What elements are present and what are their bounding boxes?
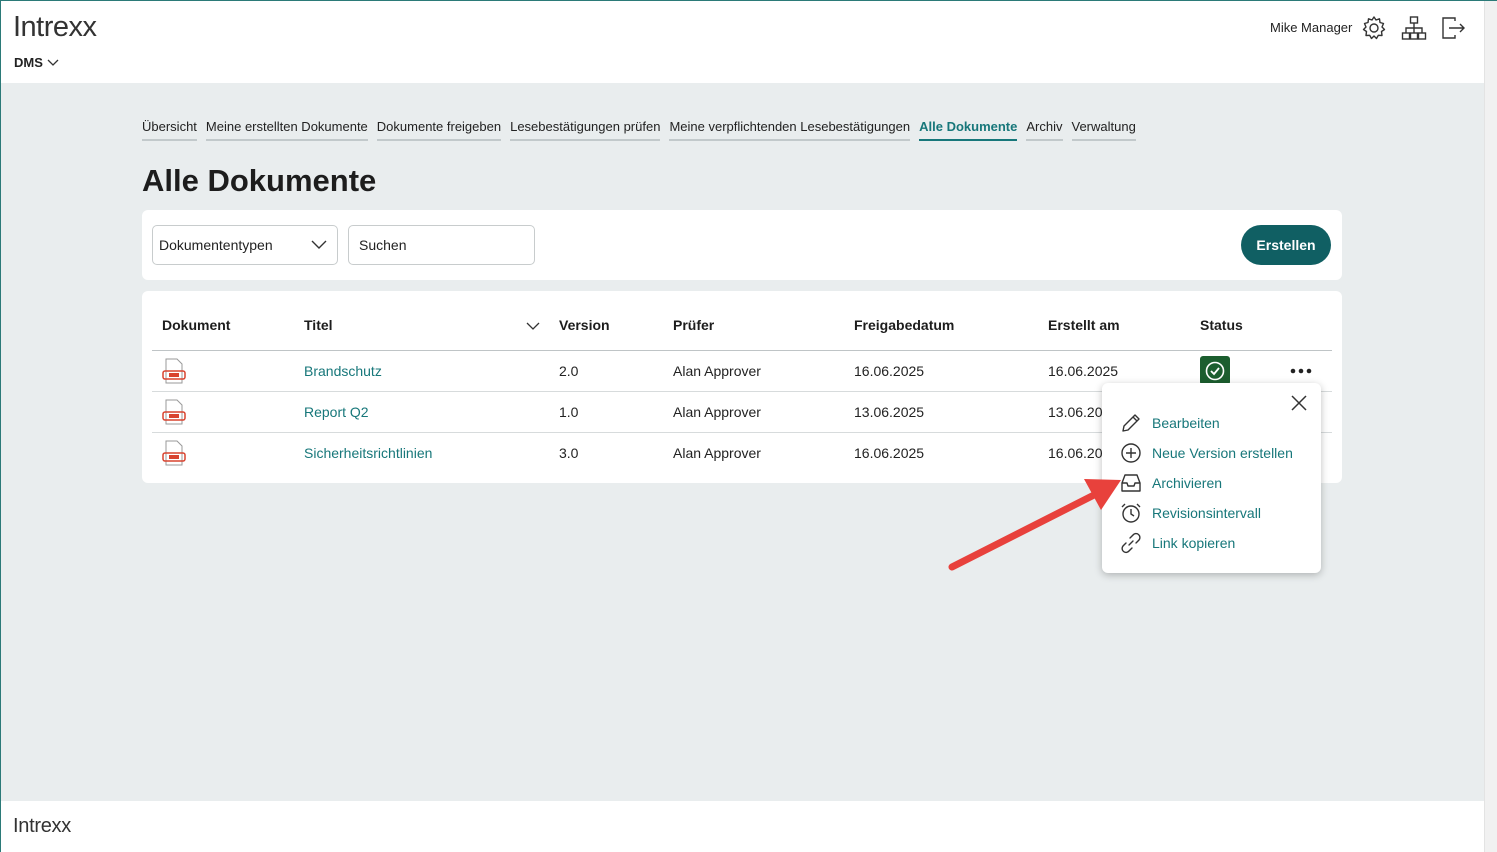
check-circle-icon xyxy=(1205,361,1225,380)
menu-item-neue-version[interactable]: Neue Version erstellen xyxy=(1120,441,1293,465)
tab-meine-verpflichtenden-lesebestaetigungen[interactable]: Meine verpflichtenden Lesebestätigungen xyxy=(669,119,911,141)
link-icon xyxy=(1121,532,1141,554)
vertical-scrollbar[interactable] xyxy=(1484,1,1497,852)
menu-item-label: Link kopieren xyxy=(1152,535,1236,551)
tab-alle-dokumente[interactable]: Alle Dokumente xyxy=(919,119,1018,141)
document-title-link[interactable]: Sicherheitsrichtlinien xyxy=(304,445,432,461)
pdf-document-icon[interactable] xyxy=(162,399,186,425)
status-badge xyxy=(1200,356,1230,385)
tab-lesebestaetigungen-pruefen[interactable]: Lesebestätigungen prüfen xyxy=(510,119,661,141)
filter-toolbar: Dokumententypen Erstellen xyxy=(142,210,1342,280)
row-context-menu: Bearbeiten Neue Version erstellen Archiv… xyxy=(1102,383,1321,573)
chevron-down-icon xyxy=(311,240,327,249)
document-title-link[interactable]: Brandschutz xyxy=(304,363,382,379)
app-switcher-label: DMS xyxy=(14,55,43,70)
user-name[interactable]: Mike Manager xyxy=(1270,20,1352,35)
tab-bar: Übersicht Meine erstellten Dokumente Dok… xyxy=(142,119,1136,141)
pdf-document-icon[interactable] xyxy=(162,440,186,466)
version-cell: 3.0 xyxy=(559,445,579,461)
page-title: Alle Dokumente xyxy=(142,163,377,198)
archive-box-icon xyxy=(1121,474,1141,492)
column-header-erstellt-am: Erstellt am xyxy=(1048,317,1120,333)
column-header-dokument: Dokument xyxy=(162,317,231,333)
footer-logo: Intrexx xyxy=(13,815,71,837)
create-button[interactable]: Erstellen xyxy=(1241,225,1331,265)
alarm-clock-icon xyxy=(1121,503,1141,523)
approval-date-cell: 16.06.2025 xyxy=(854,445,925,461)
tab-archiv[interactable]: Archiv xyxy=(1026,119,1063,141)
column-header-pruefer: Prüfer xyxy=(673,317,715,333)
gear-icon[interactable] xyxy=(1361,15,1387,41)
version-cell: 1.0 xyxy=(559,404,579,420)
tab-dokumente-freigeben[interactable]: Dokumente freigeben xyxy=(376,119,502,141)
chevron-down-icon xyxy=(47,59,59,66)
version-cell: 2.0 xyxy=(559,363,579,379)
reviewer-cell: Alan Approver xyxy=(673,363,761,379)
approval-date-cell: 13.06.2025 xyxy=(854,404,925,420)
menu-item-link-kopieren[interactable]: Link kopieren xyxy=(1120,531,1235,555)
menu-item-label: Revisionsintervall xyxy=(1152,505,1261,521)
menu-item-label: Bearbeiten xyxy=(1152,415,1220,431)
top-header: Intrexx DMS Mike Manager xyxy=(1,1,1484,83)
created-date-cell: 16.06.20 xyxy=(1048,445,1103,461)
footer: Intrexx xyxy=(1,801,1484,852)
pencil-icon xyxy=(1122,414,1140,432)
menu-item-revisionsintervall[interactable]: Revisionsintervall xyxy=(1120,501,1261,525)
sitemap-icon[interactable] xyxy=(1401,15,1427,41)
tab-meine-erstellten-dokumente[interactable]: Meine erstellten Dokumente xyxy=(205,119,368,141)
more-actions-icon[interactable] xyxy=(1290,365,1312,377)
document-type-select-value: Dokumententypen xyxy=(159,237,273,253)
reviewer-cell: Alan Approver xyxy=(673,404,761,420)
tab-verwaltung[interactable]: Verwaltung xyxy=(1071,119,1136,141)
approval-date-cell: 16.06.2025 xyxy=(854,363,925,379)
column-header-version: Version xyxy=(559,317,610,333)
app-window: Intrexx DMS Mike Manager Übersicht Meine… xyxy=(0,0,1497,852)
document-type-select[interactable]: Dokumententypen xyxy=(152,225,338,265)
plus-circle-icon xyxy=(1121,443,1141,463)
menu-item-label: Neue Version erstellen xyxy=(1152,445,1293,461)
created-date-cell: 16.06.2025 xyxy=(1048,363,1119,379)
tab-uebersicht[interactable]: Übersicht xyxy=(142,119,197,141)
menu-item-bearbeiten[interactable]: Bearbeiten xyxy=(1120,411,1220,435)
column-header-titel[interactable]: Titel xyxy=(304,317,333,333)
menu-item-label: Archivieren xyxy=(1152,475,1223,491)
pdf-document-icon[interactable] xyxy=(162,358,186,384)
column-header-status: Status xyxy=(1200,317,1243,333)
app-switcher[interactable]: DMS xyxy=(14,55,59,70)
reviewer-cell: Alan Approver xyxy=(673,445,761,461)
close-icon[interactable] xyxy=(1289,393,1309,413)
document-title-link[interactable]: Report Q2 xyxy=(304,404,369,420)
menu-item-archivieren[interactable]: Archivieren xyxy=(1120,471,1222,495)
search-input[interactable] xyxy=(348,225,535,265)
created-date-cell: 13.06.20 xyxy=(1048,404,1103,420)
logout-icon[interactable] xyxy=(1440,15,1466,41)
column-header-freigabedatum: Freigabedatum xyxy=(854,317,955,333)
intrexx-logo[interactable]: Intrexx xyxy=(13,11,97,44)
sort-chevron-icon[interactable] xyxy=(526,322,540,331)
